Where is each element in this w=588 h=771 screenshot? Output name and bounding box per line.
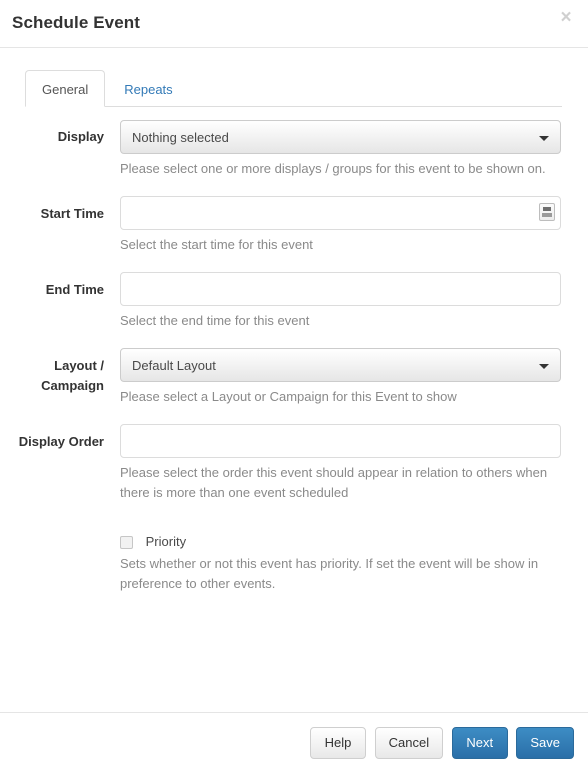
layout-campaign-select[interactable]: Default Layout xyxy=(120,348,561,382)
tab-bar: General Repeats xyxy=(25,70,562,107)
close-icon[interactable]: × xyxy=(557,8,575,27)
label-display: Display xyxy=(57,129,104,144)
form-row-display: Display Nothing selected Please select o… xyxy=(0,120,588,179)
help-display-order: Please select the order this event shoul… xyxy=(120,465,548,500)
help-button[interactable]: Help xyxy=(310,727,367,759)
start-time-input[interactable] xyxy=(120,196,561,230)
modal-footer: Help Cancel Next Save xyxy=(0,712,588,771)
form-row-priority: Priority Sets whether or not this event … xyxy=(0,534,588,594)
tab-repeats[interactable]: Repeats xyxy=(107,70,189,107)
display-order-input[interactable] xyxy=(120,424,561,458)
calendar-icon[interactable] xyxy=(539,203,555,221)
display-order-wrap xyxy=(120,424,561,458)
help-display: Please select one or more displays / gro… xyxy=(120,161,546,176)
start-time-wrap xyxy=(120,196,561,230)
label-layout-campaign: Layout / Campaign xyxy=(41,358,104,393)
help-end-time: Select the end time for this event xyxy=(120,313,310,328)
tab-general[interactable]: General xyxy=(25,70,106,107)
display-select-value: Nothing selected xyxy=(132,130,229,145)
modal-header: Schedule Event × xyxy=(0,0,588,48)
display-select[interactable]: Nothing selected xyxy=(120,120,561,154)
schedule-event-form: Display Nothing selected Please select o… xyxy=(0,120,588,594)
form-row-layout-campaign: Layout / Campaign Default Layout Please … xyxy=(0,348,588,407)
priority-checkbox[interactable] xyxy=(120,536,133,549)
chevron-down-icon xyxy=(539,364,549,369)
help-start-time: Select the start time for this event xyxy=(120,237,313,252)
end-time-wrap xyxy=(120,272,561,306)
end-time-input[interactable] xyxy=(120,272,561,306)
layout-campaign-select-value: Default Layout xyxy=(132,358,216,373)
form-row-end-time: End Time Select the end time for this ev… xyxy=(0,272,588,331)
label-display-order: Display Order xyxy=(18,434,104,449)
page-title: Schedule Event xyxy=(12,13,140,32)
chevron-down-icon xyxy=(539,136,549,141)
label-start-time: Start Time xyxy=(40,206,104,221)
next-button[interactable]: Next xyxy=(451,727,508,759)
save-button[interactable]: Save xyxy=(516,727,574,759)
priority-label[interactable]: Priority xyxy=(146,534,186,549)
cancel-button[interactable]: Cancel xyxy=(374,727,444,759)
form-row-display-order: Display Order Please select the order th… xyxy=(0,424,588,503)
help-priority: Sets whether or not this event has prior… xyxy=(120,556,539,591)
modal-body: General Repeats Display Nothing selected… xyxy=(0,70,588,594)
form-row-start-time: Start Time Select the start time for thi… xyxy=(0,196,588,255)
help-layout-campaign: Please select a Layout or Campaign for t… xyxy=(120,389,457,404)
label-end-time: End Time xyxy=(45,282,104,297)
